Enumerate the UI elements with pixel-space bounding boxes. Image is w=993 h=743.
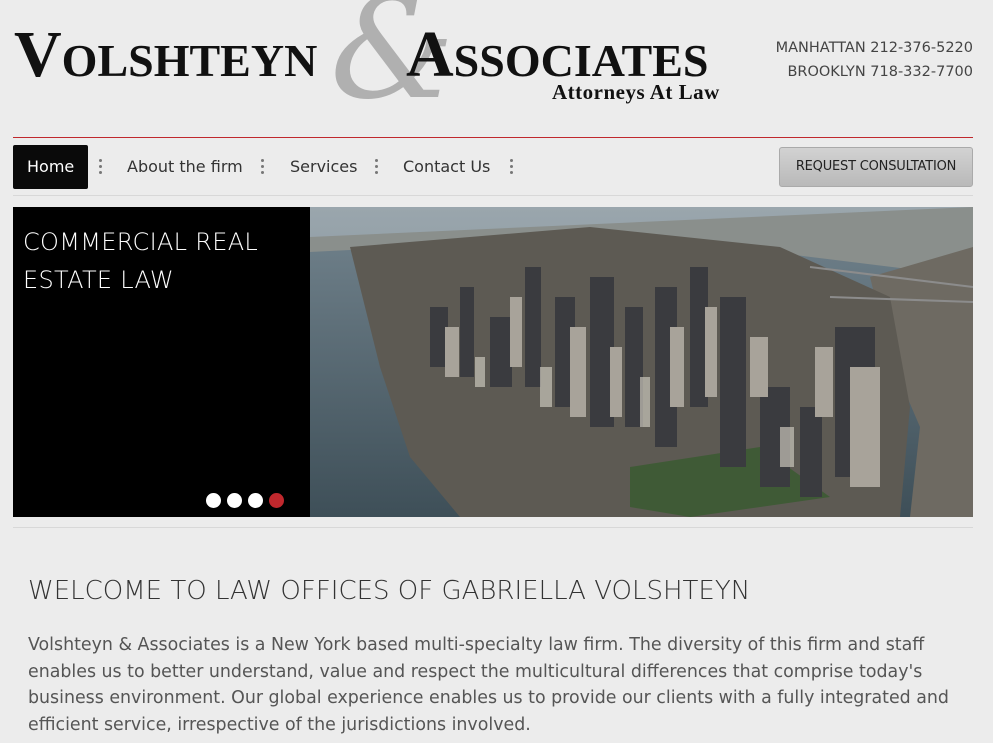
logo-tagline: Attorneys At Law	[552, 80, 720, 104]
content-divider	[13, 527, 973, 528]
phone-manhattan: MANHATTAN 212-376-5220	[775, 40, 973, 56]
nav-separator	[261, 157, 265, 177]
nav-divider	[13, 195, 973, 196]
main-nav: Home About the firm Services Contact Us …	[13, 145, 973, 189]
nav-contact[interactable]: Contact Us	[389, 145, 504, 189]
nav-separator	[99, 157, 103, 177]
slider-dot-4[interactable]	[269, 493, 284, 508]
page-title: WELCOME TO LAW OFFICES OF GABRIELLA VOLS…	[28, 576, 751, 606]
nav-separator	[375, 157, 379, 177]
slider-dots	[206, 493, 290, 512]
nav-about[interactable]: About the firm	[113, 145, 257, 189]
header-divider	[13, 137, 973, 138]
logo-text-right: Associates	[406, 18, 709, 91]
site-header: & Volshteyn Associates Attorneys At Law …	[0, 0, 993, 138]
slider-dot-3[interactable]	[248, 493, 263, 508]
nav-services[interactable]: Services	[276, 145, 371, 189]
slide-image-manhattan-aerial	[310, 207, 973, 517]
site-logo[interactable]: & Volshteyn Associates Attorneys At Law	[14, 0, 734, 130]
request-consultation-button[interactable]: REQUEST CONSULTATION	[779, 147, 973, 187]
hero-slider: COMMERCIAL REAL ESTATE LAW	[13, 207, 973, 517]
city-aerial-illustration	[310, 207, 973, 517]
phone-brooklyn: BROOKLYN 718-332-7700	[787, 64, 973, 80]
slider-dot-1[interactable]	[206, 493, 221, 508]
slide-title: COMMERCIAL REAL ESTATE LAW	[23, 228, 259, 294]
nav-home[interactable]: Home	[13, 145, 89, 189]
logo-text-left: Volshteyn	[14, 18, 318, 91]
nav-separator	[510, 157, 514, 177]
phone-numbers: MANHATTAN 212-376-5220 BROOKLYN 718-332-…	[776, 36, 973, 84]
slider-dot-2[interactable]	[227, 493, 242, 508]
slide-caption-panel: COMMERCIAL REAL ESTATE LAW	[13, 207, 310, 517]
intro-paragraph: Volshteyn & Associates is a New York bas…	[28, 635, 949, 735]
